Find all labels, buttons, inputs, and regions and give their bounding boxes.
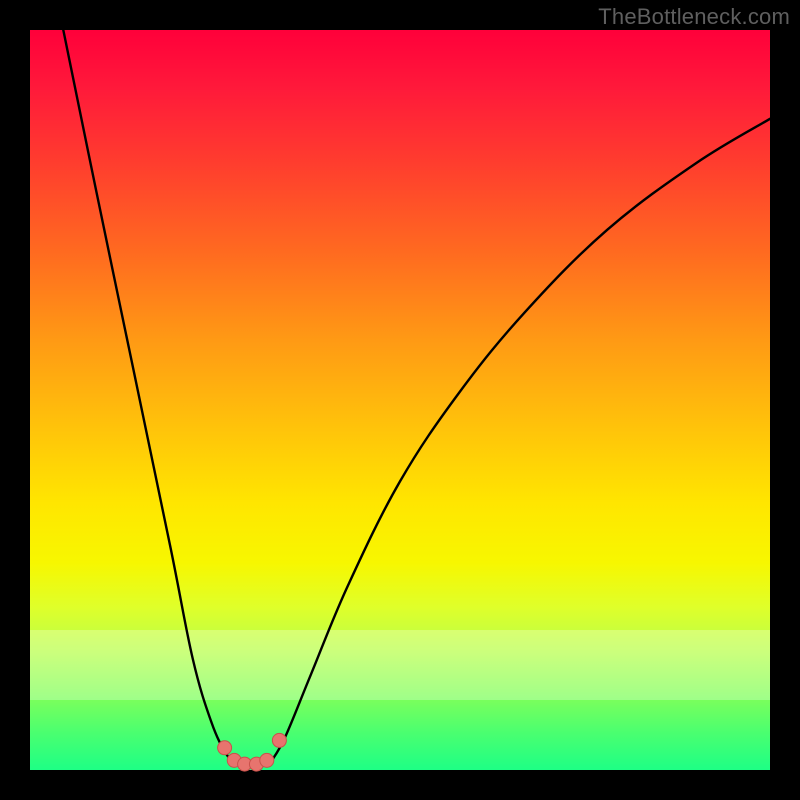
watermark-text: TheBottleneck.com [598,4,790,30]
plot-area [30,30,770,770]
chart-frame: TheBottleneck.com [0,0,800,800]
highlight-band [30,630,770,700]
